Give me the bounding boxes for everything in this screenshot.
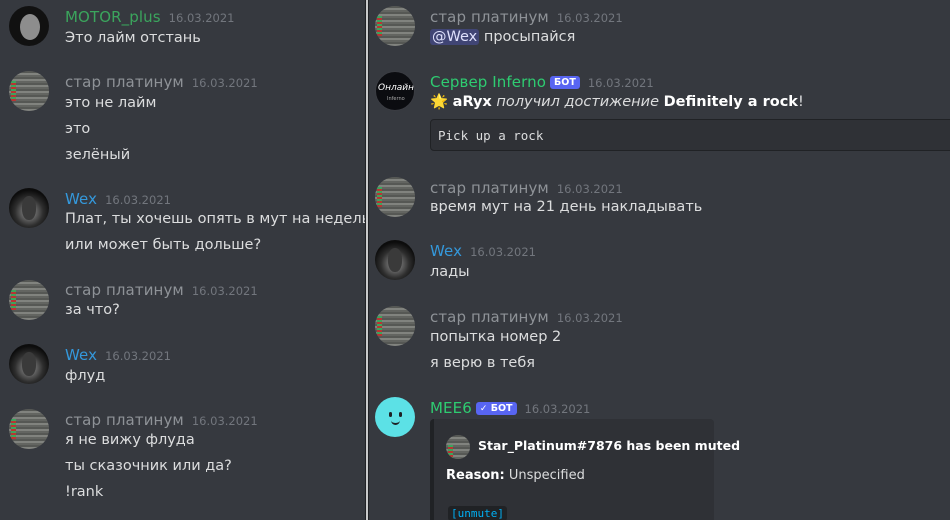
embed-title: Star_Platinum#7876 has been muted xyxy=(478,438,741,453)
username[interactable]: MOTOR_plus xyxy=(65,8,161,26)
message-header: стар платинум 16.03.2021 xyxy=(430,307,623,326)
message-text: я не вижу флуда xyxy=(65,432,195,448)
message-header: MOTOR_plus 16.03.2021 xyxy=(65,7,235,26)
username[interactable]: стар платинум xyxy=(65,73,184,91)
embed-card: Star_Platinum#7876 has been muted Reason… xyxy=(430,419,740,520)
username[interactable]: стар платинум xyxy=(430,179,549,197)
message-text: это xyxy=(65,121,91,137)
timestamp: 16.03.2021 xyxy=(587,76,654,90)
message-text: 🌟 aRyx получил достижение Definitely a r… xyxy=(430,93,804,110)
username[interactable]: стар платинум xyxy=(430,308,549,326)
verified-check-icon: ✓ xyxy=(479,404,488,414)
timestamp: 16.03.2021 xyxy=(556,311,623,325)
avatar[interactable] xyxy=(375,306,415,346)
code-block: Pick up a rock xyxy=(430,119,950,151)
timestamp: 16.03.2021 xyxy=(191,76,258,90)
chat-pane-left: MOTOR_plus 16.03.2021 Это лайм отстань ст… xyxy=(0,0,365,520)
message-header: Wex 16.03.2021 xyxy=(65,189,171,208)
message-text: за что? xyxy=(65,302,120,318)
achievement-action: получил достижение xyxy=(496,94,660,110)
timestamp: 16.03.2021 xyxy=(105,349,171,363)
embed-reason: Reason: Unspecified xyxy=(446,468,585,483)
chat-pane-right: стар платинум 16.03.2021 @Wex просыпайся … xyxy=(369,0,950,520)
message-header: Сервер Inferno БОТ 16.03.2021 xyxy=(430,72,654,91)
timestamp: 16.03.2021 xyxy=(105,193,171,207)
message-header: Wex 16.03.2021 xyxy=(65,345,171,364)
username[interactable]: стар платинум xyxy=(65,281,184,299)
message-header: стар платинум 16.03.2021 xyxy=(65,410,258,429)
message-text: я верю в тебя xyxy=(430,355,536,371)
user-mention[interactable]: @Wex xyxy=(430,29,480,45)
avatar[interactable] xyxy=(375,397,415,437)
message-text: попытка номер 2 xyxy=(430,329,562,345)
message-text: или может быть дольше? xyxy=(65,237,262,253)
username[interactable]: стар платинум xyxy=(65,411,184,429)
message-text: лады xyxy=(430,264,470,280)
avatar[interactable] xyxy=(375,177,415,217)
achievement-user: aRyx xyxy=(452,94,492,110)
embed-reason-value: Unspecified xyxy=(508,468,585,483)
message-text-body: просыпайся xyxy=(483,29,576,45)
message-text: @Wex просыпайся xyxy=(430,29,575,45)
star-emoji-icon: 🌟 xyxy=(430,94,449,110)
timestamp: 16.03.2021 xyxy=(556,11,623,25)
message-text: Это лайм отстань xyxy=(65,30,201,46)
message-text: зелёный xyxy=(65,147,131,163)
avatar[interactable] xyxy=(9,280,49,320)
message-header: MEE6 ✓ БОТ 16.03.2021 xyxy=(430,398,590,417)
username[interactable]: стар платинум xyxy=(430,8,549,26)
timestamp: 16.03.2021 xyxy=(470,245,536,259)
message-text: Плат, ты хочешь опять в мут на недельку? xyxy=(65,211,365,227)
timestamp: 16.03.2021 xyxy=(524,402,591,416)
message-header: стар платинум 16.03.2021 xyxy=(430,7,623,26)
message-header: Wex 16.03.2021 xyxy=(430,241,536,260)
message-header: стар платинум 16.03.2021 xyxy=(65,280,258,299)
avatar[interactable]: Онлайн Inferno xyxy=(375,71,415,111)
embed-author-avatar xyxy=(446,435,470,459)
timestamp: 16.03.2021 xyxy=(191,414,258,428)
avatar[interactable] xyxy=(9,188,49,228)
message-text: это не лайм xyxy=(65,95,157,111)
message-text: ты сказочник или да? xyxy=(65,458,232,474)
avatar-text: Онлайн xyxy=(378,83,414,93)
embed-reason-label: Reason: xyxy=(446,468,505,483)
verified-bot-badge: ✓ БОТ xyxy=(475,402,517,415)
timestamp: 16.03.2021 xyxy=(191,284,258,298)
avatar[interactable] xyxy=(375,6,415,46)
avatar-subtext: Inferno xyxy=(387,96,405,102)
achievement-name: Definitely a rock xyxy=(663,94,798,110)
username[interactable]: Сервер Inferno xyxy=(430,73,546,91)
timestamp: 16.03.2021 xyxy=(556,182,623,196)
avatar[interactable] xyxy=(9,344,49,384)
avatar[interactable] xyxy=(375,240,415,280)
message-header: стар платинум 16.03.2021 xyxy=(65,72,258,91)
achievement-end: ! xyxy=(797,94,804,110)
message-text: флуд xyxy=(65,368,106,384)
message-text: время мут на 21 день накладывать xyxy=(430,199,703,215)
username[interactable]: MEE6 xyxy=(430,399,472,417)
timestamp: 16.03.2021 xyxy=(168,11,235,25)
bot-badge: БОТ xyxy=(550,76,580,89)
message-text: !rank xyxy=(65,484,104,500)
username[interactable]: Wex xyxy=(65,346,97,364)
avatar[interactable] xyxy=(9,409,49,449)
avatar[interactable] xyxy=(9,6,49,46)
username[interactable]: Wex xyxy=(430,242,462,260)
avatar[interactable] xyxy=(9,71,49,111)
username[interactable]: Wex xyxy=(65,190,97,208)
unmute-link[interactable]: [unmute] xyxy=(448,506,507,520)
message-header: стар платинум 16.03.2021 xyxy=(430,178,623,197)
